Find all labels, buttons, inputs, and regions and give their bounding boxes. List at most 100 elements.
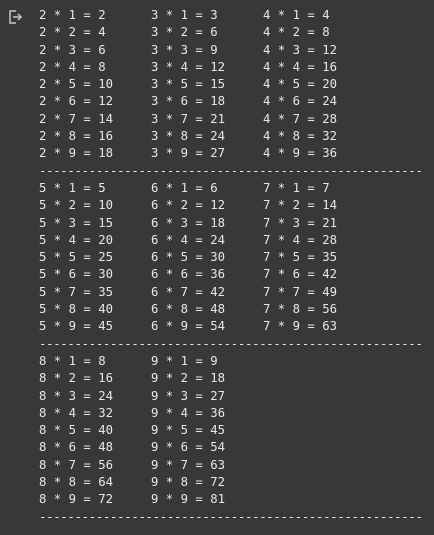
table-entry: 3 * 1 = 3	[151, 8, 218, 22]
table-entry: 3 * 9 = 27	[151, 146, 226, 161]
separator-line: ----------------------------------------…	[39, 509, 423, 524]
table-entry: 6 * 9 = 54	[151, 319, 226, 334]
separator-line: ----------------------------------------…	[39, 336, 423, 351]
output-redirect-icon[interactable]	[7, 9, 23, 25]
table-entry: 7 * 4 = 28	[263, 232, 338, 247]
output-line: 2 * 1 = 2 3 * 1 = 3 4 * 1 = 4	[39, 7, 423, 24]
table-entry: 8 * 3 = 24	[39, 388, 114, 403]
table-entry: 9 * 1 = 9	[151, 353, 218, 368]
table-entry: 4 * 8 = 32	[263, 129, 338, 144]
table-entry: 5 * 9 = 45	[39, 319, 114, 334]
table-entry: 9 * 6 = 54	[151, 440, 226, 455]
table-entry: 9 * 2 = 18	[151, 371, 226, 386]
table-entry: 8 * 6 = 48	[39, 440, 114, 455]
table-entry: 2 * 2 = 4	[39, 25, 106, 40]
output-line: 2 * 3 = 6 3 * 3 = 9 4 * 3 = 12	[39, 42, 423, 59]
output-line: 5 * 3 = 15 6 * 3 = 18 7 * 3 = 21	[39, 215, 423, 232]
table-entry: 2 * 9 = 18	[39, 146, 114, 161]
table-entry: 6 * 6 = 36	[151, 267, 226, 282]
table-entry: 2 * 4 = 8	[39, 59, 106, 74]
table-entry: 4 * 3 = 12	[263, 42, 338, 57]
output-line: 2 * 8 = 16 3 * 8 = 24 4 * 8 = 32	[39, 128, 423, 145]
table-entry: 7 * 6 = 42	[263, 267, 338, 282]
table-entry: 5 * 3 = 15	[39, 215, 114, 230]
table-entry: 9 * 7 = 63	[151, 457, 226, 472]
output-line: 5 * 7 = 35 6 * 7 = 42 7 * 7 = 49	[39, 284, 423, 301]
output-line: 5 * 6 = 30 6 * 6 = 36 7 * 6 = 42	[39, 266, 423, 283]
output-line: 8 * 5 = 40 9 * 5 = 45	[39, 422, 423, 439]
table-entry: 2 * 8 = 16	[39, 129, 114, 144]
table-entry: 5 * 8 = 40	[39, 302, 114, 317]
output-line: 8 * 1 = 8 9 * 1 = 9	[39, 353, 423, 370]
table-entry: 7 * 1 = 7	[263, 180, 330, 195]
table-entry: 7 * 8 = 56	[263, 302, 338, 317]
table-entry: 4 * 7 = 28	[263, 111, 338, 126]
table-entry: 8 * 1 = 8	[39, 353, 106, 368]
table-entry: 4 * 2 = 8	[263, 25, 330, 40]
table-entry: 5 * 7 = 35	[39, 284, 114, 299]
table-entry: 8 * 4 = 32	[39, 405, 114, 420]
table-entry: 7 * 7 = 49	[263, 284, 338, 299]
output-line: 8 * 3 = 24 9 * 3 = 27	[39, 388, 423, 405]
table-entry: 9 * 3 = 27	[151, 388, 226, 403]
output-line: 8 * 9 = 72 9 * 9 = 81	[39, 491, 423, 508]
table-entry: 6 * 3 = 18	[151, 215, 226, 230]
table-entry: 2 * 7 = 14	[39, 111, 114, 126]
table-entry: 8 * 9 = 72	[39, 492, 114, 507]
table-entry: 3 * 4 = 12	[151, 59, 226, 74]
table-entry: 9 * 4 = 36	[151, 405, 226, 420]
cell-output-area: 2 * 1 = 2 3 * 1 = 3 4 * 1 = 4 2 * 2 = 4 3 * …	[0, 0, 434, 535]
table-entry: 6 * 7 = 42	[151, 284, 226, 299]
output-line: 5 * 5 = 25 6 * 5 = 30 7 * 5 = 35	[39, 249, 423, 266]
output-line: 2 * 7 = 14 3 * 7 = 21 4 * 7 = 28	[39, 111, 423, 128]
table-entry: 8 * 5 = 40	[39, 423, 114, 438]
table-entry: 4 * 9 = 36	[263, 146, 338, 161]
table-entry: 7 * 3 = 21	[263, 215, 338, 230]
output-line: 2 * 5 = 10 3 * 5 = 15 4 * 5 = 20	[39, 76, 423, 93]
table-entry: 3 * 3 = 9	[151, 42, 218, 57]
output-line: 5 * 8 = 40 6 * 8 = 48 7 * 8 = 56	[39, 301, 423, 318]
table-entry: 5 * 2 = 10	[39, 198, 114, 213]
table-entry: 2 * 5 = 10	[39, 77, 114, 92]
table-entry: 9 * 9 = 81	[151, 492, 226, 507]
table-entry: 3 * 7 = 21	[151, 111, 226, 126]
output-line: 5 * 9 = 45 6 * 9 = 54 7 * 9 = 63	[39, 318, 423, 335]
table-entry: 4 * 1 = 4	[263, 8, 330, 22]
table-entry: 8 * 8 = 64	[39, 475, 114, 490]
output-line: 5 * 4 = 20 6 * 4 = 24 7 * 4 = 28	[39, 232, 423, 249]
table-entry: 6 * 2 = 12	[151, 198, 226, 213]
table-entry: 6 * 4 = 24	[151, 232, 226, 247]
table-entry: 5 * 5 = 25	[39, 250, 114, 265]
table-entry: 7 * 5 = 35	[263, 250, 338, 265]
table-entry: 3 * 8 = 24	[151, 129, 226, 144]
table-entry: 3 * 6 = 18	[151, 94, 226, 109]
table-entry: 9 * 5 = 45	[151, 423, 226, 438]
table-entry: 3 * 2 = 6	[151, 25, 218, 40]
output-line: 8 * 8 = 64 9 * 8 = 72	[39, 474, 423, 491]
table-entry: 5 * 6 = 30	[39, 267, 114, 282]
output-line: 2 * 4 = 8 3 * 4 = 12 4 * 4 = 16	[39, 59, 423, 76]
output-line: 5 * 1 = 5 6 * 1 = 6 7 * 1 = 7	[39, 180, 423, 197]
table-entry: 4 * 4 = 16	[263, 59, 338, 74]
output-line: 2 * 9 = 18 3 * 9 = 27 4 * 9 = 36	[39, 145, 423, 162]
table-entry: 6 * 1 = 6	[151, 180, 218, 195]
table-entry: 4 * 5 = 20	[263, 77, 338, 92]
table-entry: 8 * 2 = 16	[39, 371, 114, 386]
table-entry: 2 * 1 = 2	[39, 8, 106, 22]
table-entry: 7 * 9 = 63	[263, 319, 338, 334]
output-line: 8 * 2 = 16 9 * 2 = 18	[39, 370, 423, 387]
output-line: 5 * 2 = 10 6 * 2 = 12 7 * 2 = 14	[39, 197, 423, 214]
separator-line: ----------------------------------------…	[39, 163, 423, 178]
table-entry: 3 * 5 = 15	[151, 77, 226, 92]
table-entry: 2 * 6 = 12	[39, 94, 114, 109]
table-entry: 7 * 2 = 14	[263, 198, 338, 213]
table-entry: 8 * 7 = 56	[39, 457, 114, 472]
output-line: 8 * 7 = 56 9 * 7 = 63	[39, 457, 423, 474]
table-entry: 2 * 3 = 6	[39, 42, 106, 57]
table-entry: 6 * 5 = 30	[151, 250, 226, 265]
output-text: 2 * 1 = 2 3 * 1 = 3 4 * 1 = 4 2 * 2 = 4 3 * …	[39, 7, 423, 526]
table-entry: 4 * 6 = 24	[263, 94, 338, 109]
output-line: 8 * 6 = 48 9 * 6 = 54	[39, 439, 423, 456]
table-entry: 6 * 8 = 48	[151, 302, 226, 317]
output-line: 2 * 6 = 12 3 * 6 = 18 4 * 6 = 24	[39, 93, 423, 110]
